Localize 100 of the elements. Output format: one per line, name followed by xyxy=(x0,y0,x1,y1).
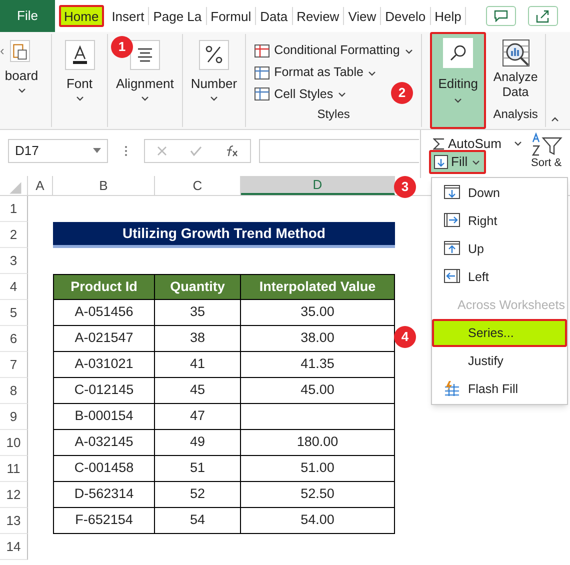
ribbon-tab[interactable]: View xyxy=(344,7,382,25)
formula-input[interactable] xyxy=(259,139,419,163)
fill-menu-item[interactable]: Down xyxy=(432,179,567,207)
row-header[interactable]: 12 xyxy=(0,482,28,508)
conditional-formatting-icon xyxy=(254,44,270,58)
analyze-data-button[interactable]: Analyze Data xyxy=(492,38,540,100)
fill-left-icon xyxy=(444,269,460,285)
sort-filter-button[interactable]: Sort & xyxy=(531,132,563,169)
group-label[interactable]: board xyxy=(4,68,38,84)
table-cell: 54.00 xyxy=(241,508,395,534)
table-cell: 52 xyxy=(155,482,241,508)
group-label[interactable]: Alignment xyxy=(116,76,174,92)
column-header[interactable]: B xyxy=(53,176,155,195)
editing-button[interactable]: Editing xyxy=(430,32,486,129)
chevron-down-icon xyxy=(404,46,414,55)
table-cell: C-012145 xyxy=(53,378,155,404)
row-header[interactable]: 6 xyxy=(0,326,28,352)
table-cell: 51.00 xyxy=(241,456,395,482)
ribbon-tab[interactable]: Develo xyxy=(381,7,431,25)
row-header[interactable]: 1 xyxy=(0,196,28,222)
dropdown-icon xyxy=(93,148,101,154)
row-header[interactable]: 14 xyxy=(0,534,28,560)
table-cell: C-001458 xyxy=(53,456,155,482)
row-header[interactable]: 4 xyxy=(0,274,28,300)
column-header[interactable]: D xyxy=(241,176,395,195)
table-cell: A-031021 xyxy=(53,352,155,378)
row-header[interactable]: 8 xyxy=(0,378,28,404)
fill-menu-item[interactable]: Right xyxy=(432,207,567,235)
row-header[interactable]: 3 xyxy=(0,248,28,274)
fill-down-icon xyxy=(444,185,460,201)
group-label: Analysis xyxy=(493,106,538,123)
table-cell: B-000154 xyxy=(53,404,155,430)
ribbon-tab[interactable]: Page La xyxy=(149,7,207,25)
style-command[interactable]: Conditional Formatting xyxy=(254,40,414,62)
format-table-icon xyxy=(254,66,270,80)
table-cell: 41.35 xyxy=(241,352,395,378)
row-header[interactable]: 7 xyxy=(0,352,28,378)
style-command[interactable]: Format as Table xyxy=(254,62,378,84)
search-icon xyxy=(449,44,468,62)
row-header[interactable]: 5 xyxy=(0,300,28,326)
chevron-down-icon xyxy=(16,86,26,94)
scroll-left-arrow[interactable]: ‹ xyxy=(0,41,4,61)
fill-right-icon xyxy=(444,213,460,229)
row-header[interactable]: 9 xyxy=(0,404,28,430)
fill-button[interactable]: Fill xyxy=(429,150,486,174)
fill-up-icon xyxy=(444,241,460,257)
table-cell: 38 xyxy=(155,326,241,352)
fill-down-icon xyxy=(434,155,448,169)
group-label[interactable]: Font xyxy=(66,76,92,92)
row-header[interactable]: 10 xyxy=(0,430,28,456)
file-tab[interactable]: File xyxy=(0,0,55,32)
comments-button[interactable] xyxy=(486,6,516,26)
table-cell: 41 xyxy=(155,352,241,378)
table-cell: 47 xyxy=(155,404,241,430)
name-box[interactable]: D17 xyxy=(8,139,108,163)
percent-icon xyxy=(204,44,224,66)
comment-icon xyxy=(494,10,508,22)
table-cell: A-032145 xyxy=(53,430,155,456)
sigma-icon xyxy=(433,136,445,151)
more-dots-icon xyxy=(124,145,128,157)
ribbon-tab[interactable]: Review xyxy=(292,7,344,25)
chevron-down-icon xyxy=(337,90,348,98)
fill-menu-item[interactable]: Series... xyxy=(432,319,567,347)
row-header[interactable]: 2 xyxy=(0,222,28,248)
table-header: Interpolated Value xyxy=(241,274,395,300)
fill-menu-item[interactable]: Flash Fill xyxy=(432,375,567,403)
fill-menu-item[interactable]: Up xyxy=(432,235,567,263)
step-number-marker: 3 xyxy=(394,176,416,198)
table-cell: 38.00 xyxy=(241,326,395,352)
chevron-down-icon xyxy=(470,158,481,166)
group-label[interactable]: Number xyxy=(190,76,238,92)
table-cell: 45 xyxy=(155,378,241,404)
column-header[interactable]: A xyxy=(28,176,53,195)
insert-function-button[interactable] xyxy=(224,145,238,157)
clipboard-icon xyxy=(10,40,30,62)
share-button[interactable] xyxy=(528,6,558,26)
style-command[interactable]: Cell Styles xyxy=(254,83,348,106)
fill-menu-item[interactable]: Left xyxy=(432,263,567,291)
table-cell: 51 xyxy=(155,456,241,482)
flash-fill-icon xyxy=(444,381,460,397)
row-header[interactable]: 13 xyxy=(0,508,28,534)
chart-magnifier-icon xyxy=(500,38,531,68)
fill-menu-item[interactable]: Justify xyxy=(432,347,567,375)
share-icon xyxy=(536,9,550,23)
table-cell: 180.00 xyxy=(241,430,395,456)
collapse-ribbon-icon xyxy=(550,115,560,123)
row-header[interactable]: 11 xyxy=(0,456,28,482)
table-cell: A-051456 xyxy=(53,300,155,326)
step-number-marker: 4 xyxy=(394,326,416,348)
checkmark-icon xyxy=(190,146,202,156)
ribbon-tab[interactable]: Insert xyxy=(108,7,150,25)
ribbon-tab[interactable]: Formul xyxy=(206,7,256,25)
table-cell: 45.00 xyxy=(241,378,395,404)
chevron-down-icon xyxy=(208,94,219,102)
ribbon-tab[interactable]: Data xyxy=(256,7,293,25)
function-icon xyxy=(224,145,238,157)
ribbon-tab[interactable]: Home xyxy=(59,5,104,27)
ribbon-tab[interactable]: Help xyxy=(430,7,466,25)
group-label: Styles xyxy=(316,106,351,124)
chevron-down-icon xyxy=(140,94,150,102)
